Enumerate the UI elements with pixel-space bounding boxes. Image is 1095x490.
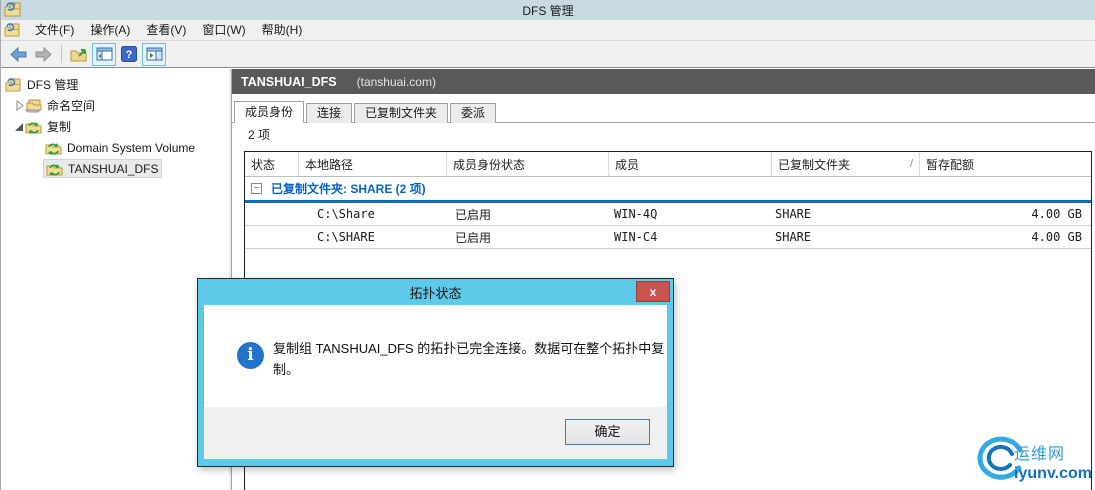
dialog-title-bar: 拓扑状态 x: [204, 279, 670, 305]
column-header-replicated-folder[interactable]: 已复制文件夹 /: [772, 152, 920, 176]
column-header-member[interactable]: 成员: [609, 152, 772, 176]
info-icon: i: [237, 342, 264, 369]
cell-membership-status: 已启用: [455, 230, 492, 245]
menu-bar: 文件(F) 操作(A) 查看(V) 窗口(W) 帮助(H): [1, 20, 1095, 41]
chevron-right-icon[interactable]: [13, 100, 25, 111]
cell-replicated-folder: SHARE: [775, 207, 812, 221]
tab-replicated-folders[interactable]: 已复制文件夹: [354, 103, 449, 123]
namespace-icon: [25, 99, 42, 113]
help-icon[interactable]: ?: [117, 43, 141, 66]
tree-item-label: TANSHUAI_DFS: [68, 161, 159, 176]
console-tree-icon[interactable]: [92, 42, 116, 66]
tree-item-domain-system-volume[interactable]: Domain System Volume: [1, 137, 231, 158]
tab-bar: 成员身份 连接 已复制文件夹 委派: [232, 101, 1095, 123]
menu-view[interactable]: 查看(V): [138, 20, 194, 41]
replication-group-icon: [46, 162, 63, 176]
tree-item-tanshuai-dfs[interactable]: TANSHUAI_DFS: [1, 158, 231, 179]
results-pane-header: TANSHUAI_DFS (tanshuai.com): [232, 69, 1095, 94]
iyunv-watermark-text: 运维网 iyunv.com: [1014, 440, 1092, 483]
cell-replicated-folder: SHARE: [775, 230, 812, 244]
cell-member: WIN-C4: [614, 230, 658, 244]
group-header-row[interactable]: − 已复制文件夹: SHARE (2 项): [245, 177, 1091, 203]
iyunv-watermark: 运维网 iyunv.com: [974, 434, 1092, 484]
ok-button[interactable]: 确定: [565, 419, 650, 445]
svg-text:?: ?: [126, 49, 133, 61]
dfs-management-window: DFS 管理 文件(F) 操作(A) 查看(V) 窗口(W) 帮助(H) ? D…: [0, 0, 1095, 490]
tree-item-label: 复制: [47, 120, 72, 134]
tab-memberships[interactable]: 成员身份: [234, 101, 305, 123]
watermark-site-url: iyunv.com: [1014, 465, 1092, 482]
dialog-body: i 复制组 TANSHUAI_DFS 的拓扑已完全连接。数据可在整个拓扑中复制。: [204, 305, 667, 407]
tab-connections[interactable]: 连接: [306, 103, 353, 123]
cell-local-path: C:\Share: [317, 207, 375, 221]
replication-group-title: TANSHUAI_DFS: [241, 74, 337, 89]
column-header-membership-status[interactable]: 成员身份状态: [447, 152, 609, 176]
group-header-label: 已复制文件夹: SHARE (2 项): [271, 182, 426, 196]
export-folder-icon[interactable]: [67, 43, 91, 66]
column-header-label: 暂存配额: [926, 157, 975, 172]
tree-item-namespaces[interactable]: 命名空间: [1, 95, 231, 116]
column-header-label: 状态: [251, 157, 276, 172]
title-bar: DFS 管理: [1, 0, 1095, 20]
cell-membership-status: 已启用: [455, 207, 492, 222]
replication-group-icon: [45, 141, 62, 155]
column-header-status[interactable]: 状态: [245, 152, 299, 176]
menu-help[interactable]: 帮助(H): [254, 20, 311, 41]
menu-file[interactable]: 文件(F): [27, 20, 82, 41]
dfs-app-icon: [4, 2, 22, 17]
dialog-content: i 复制组 TANSHUAI_DFS 的拓扑已完全连接。数据可在整个拓扑中复制。…: [204, 305, 667, 459]
new-window-icon[interactable]: [142, 42, 166, 66]
dialog-footer: 确定: [204, 407, 667, 459]
watermark-site-name: 运维网: [1014, 446, 1066, 463]
column-header-local-path[interactable]: 本地路径: [299, 152, 447, 176]
table-row[interactable]: C:\SHARE 已启用 WIN-C4 SHARE 4.00 GB: [245, 226, 1091, 249]
toolbar: ?: [1, 41, 1095, 68]
dialog-title: 拓扑状态: [409, 285, 462, 301]
column-header-label: 成员: [615, 157, 640, 172]
cell-staging-quota: 4.00 GB: [1031, 207, 1082, 221]
dialog-message: 复制组 TANSHUAI_DFS 的拓扑已完全连接。数据可在整个拓扑中复制。: [273, 341, 665, 377]
forward-icon[interactable]: [31, 43, 55, 66]
tree-item-label: Domain System Volume: [67, 140, 196, 155]
dfs-app-icon-small[interactable]: [4, 23, 21, 37]
tree-item-label: 命名空间: [47, 99, 96, 113]
tab-delegation[interactable]: 委派: [450, 103, 497, 123]
column-header-staging-quota[interactable]: 暂存配额: [920, 152, 1091, 176]
topology-status-dialog: 拓扑状态 x i 复制组 TANSHUAI_DFS 的拓扑已完全连接。数据可在整…: [197, 278, 674, 467]
menu-action[interactable]: 操作(A): [82, 20, 138, 41]
dfs-management-icon: [5, 77, 22, 92]
replication-icon: [25, 120, 42, 134]
column-header-label: 成员身份状态: [453, 157, 526, 172]
chevron-expanded-icon[interactable]: [13, 122, 25, 132]
sort-ascending-icon: /: [909, 158, 913, 170]
cell-local-path: C:\SHARE: [317, 230, 375, 244]
table-header-row: 状态 本地路径 成员身份状态 成员 已复制文件夹 / 暂存配额: [245, 152, 1091, 177]
tree-item-dfs-management[interactable]: DFS 管理: [1, 74, 231, 95]
menu-window[interactable]: 窗口(W): [194, 20, 253, 41]
back-icon[interactable]: [6, 43, 30, 66]
column-header-label: 本地路径: [305, 157, 354, 172]
column-header-label: 已复制文件夹: [778, 157, 851, 172]
toolbar-separator: [61, 45, 62, 63]
item-count: 2 项: [248, 128, 271, 142]
tree-item-replication[interactable]: 复制: [1, 116, 231, 137]
close-icon[interactable]: x: [636, 281, 670, 302]
table-row[interactable]: C:\Share 已启用 WIN-4Q SHARE 4.00 GB: [245, 203, 1091, 226]
collapse-group-icon[interactable]: −: [251, 183, 262, 194]
tree-item-label: DFS 管理: [27, 78, 79, 92]
cell-staging-quota: 4.00 GB: [1031, 230, 1082, 244]
replication-group-domain: (tanshuai.com): [356, 74, 436, 89]
cell-member: WIN-4Q: [614, 207, 658, 221]
window-title: DFS 管理: [522, 3, 574, 18]
